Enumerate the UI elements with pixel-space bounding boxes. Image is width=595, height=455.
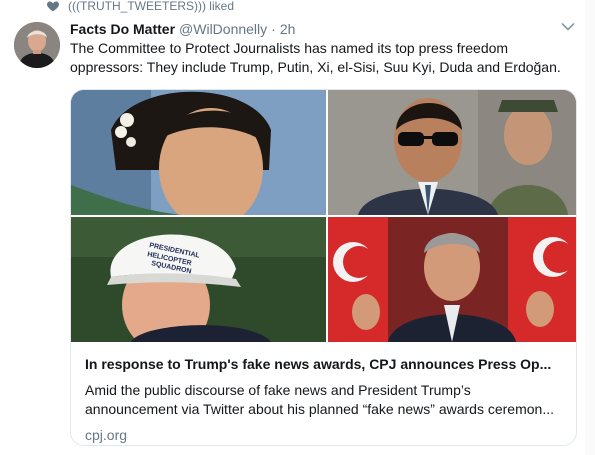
card-photo-suu-kyi [71,90,326,215]
avatar[interactable] [14,22,60,68]
social-context: (((TRUTH_TWEETERS))) liked [46,0,234,14]
card-domain[interactable]: cpj.org [85,427,565,443]
tweet-timestamp[interactable]: 2h [280,21,296,37]
card-image-grid[interactable]: PRESIDENTIAL HELICOPTER SQUADRON [71,90,576,342]
chevron-down-icon[interactable] [561,22,575,32]
tweet-header: Facts Do Matter @WilDonnelly · 2h [70,21,295,37]
link-card[interactable]: PRESIDENTIAL HELICOPTER SQUADRON In resp… [70,89,577,446]
card-photo-erdogan [328,217,576,342]
card-photo-el-sisi [328,90,576,215]
scrollbar[interactable] [585,0,595,455]
display-name[interactable]: Facts Do Matter [70,21,175,37]
card-text-block: In response to Trump's fake news awards,… [85,355,565,443]
tweet-text: The Committee to Protect Journalists has… [70,40,561,75]
card-title[interactable]: In response to Trump's fake news awards,… [85,355,565,374]
card-description: Amid the public discourse of fake news a… [85,382,554,417]
separator-dot: · [271,21,276,37]
user-handle[interactable]: @WilDonnelly [179,21,267,37]
liked-by-label[interactable]: (((TRUTH_TWEETERS))) liked [68,0,234,13]
heart-icon [47,1,59,12]
card-photo-trump: PRESIDENTIAL HELICOPTER SQUADRON [71,217,326,342]
